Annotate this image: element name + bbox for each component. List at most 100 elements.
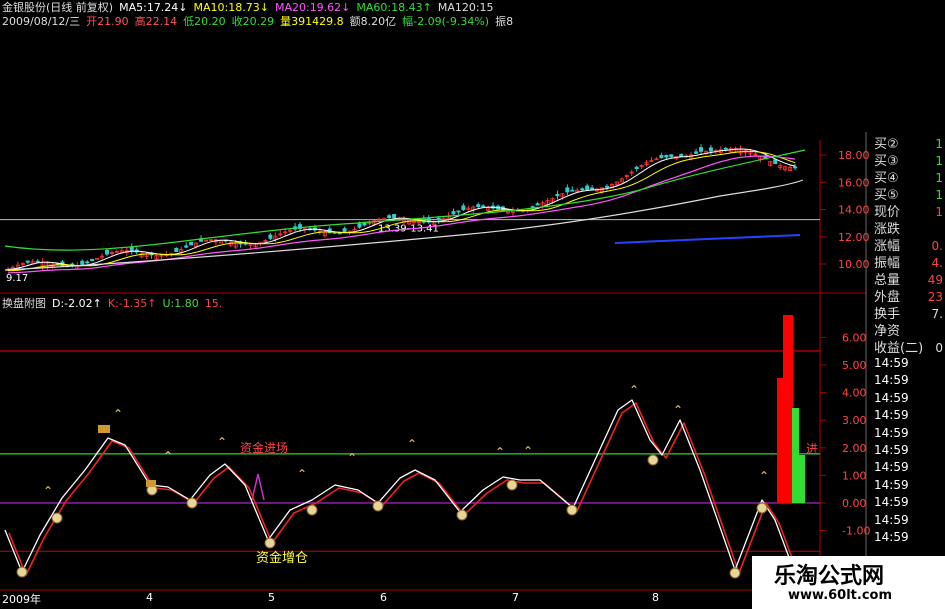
- candle-body: [436, 217, 441, 221]
- quote-label: 净资: [874, 324, 901, 339]
- tick-time: 14:59: [874, 373, 909, 388]
- candle-body: [555, 194, 560, 197]
- tick-time: 14:59: [874, 442, 909, 457]
- candle-body: [25, 260, 30, 263]
- chest-icon: [146, 480, 156, 487]
- inflow-label: 资金进场: [240, 440, 288, 455]
- money-bag-icon: [506, 479, 518, 491]
- quote-value: 1: [935, 205, 943, 219]
- quote-label: 买④: [874, 171, 899, 186]
- candle-body: [105, 249, 110, 255]
- date-tick: 8: [652, 591, 659, 604]
- quote-panel: 买② 1 买③ 1 买④ 1 买⑤ 1 现价 1 涨跌 涨幅 0. 振幅 4. 总量 49 外盘 23: [866, 132, 945, 305]
- watermark-title: 乐淘公式网: [774, 564, 885, 589]
- money-bag-icon: [306, 504, 318, 516]
- indicator-item-2: K:-1.35↑: [107, 297, 157, 310]
- candle-body: [129, 246, 134, 252]
- quote-value: 1: [935, 154, 943, 168]
- buy-arrow-icon: ⌃: [495, 445, 505, 459]
- watermark-url: www.60lt.com: [788, 588, 893, 603]
- ind-tick-label: 5.00: [842, 359, 867, 372]
- header2-item-8: 振8: [495, 15, 514, 28]
- buy-arrow-icon: ⌃: [347, 451, 357, 465]
- tick-time: 14:59: [874, 477, 909, 492]
- quote-row: 现价 1: [874, 204, 945, 221]
- candle-body: [570, 189, 575, 192]
- candle-body: [590, 187, 595, 190]
- header2-item-0: 2009/08/12/三: [2, 15, 81, 28]
- buy-arrow-icon: ⌃: [523, 444, 533, 458]
- green-bar: [792, 408, 799, 503]
- buy-arrow-icon: ⌃: [673, 403, 683, 417]
- date-tick: 4: [146, 591, 153, 604]
- candle-body: [184, 245, 189, 248]
- quote-label: 买⑤: [874, 188, 899, 203]
- tick-time-list: 14:59 14:59 14:59 14:59 14:59 14:59 14:59 14:59…: [874, 355, 936, 546]
- indicator-item-0: 换盘附图: [2, 297, 46, 310]
- ohlc-header: 2009/08/12/三 开21.90 高22.14 低20.20 收20.29 量391…: [2, 15, 519, 29]
- tick-time: 14:59: [874, 356, 909, 370]
- quote-row: 涨幅 0.: [874, 238, 945, 255]
- tick-time: 14:59: [874, 512, 909, 527]
- quote-value: 1: [935, 137, 943, 151]
- price-tick-label: 14.00: [838, 204, 870, 217]
- quote-row: 净资: [874, 323, 945, 340]
- money-bag-icon: [264, 537, 276, 549]
- candle-body: [461, 205, 466, 211]
- candle-body: [659, 155, 664, 159]
- indicator-item-3: U:1.80: [162, 297, 199, 310]
- buy-arrow-icon: ⌃: [113, 407, 123, 421]
- tick-time: 14:59: [874, 408, 909, 423]
- ind-tick-label: 6.00: [842, 331, 867, 344]
- quote-row: 买② 1: [874, 136, 945, 153]
- candle-body: [723, 147, 728, 150]
- price-tick-label: 18.00: [838, 149, 870, 162]
- header1-item-1: MA5:17.24↓: [119, 1, 188, 14]
- candle-body: [476, 204, 481, 207]
- quote-label: 涨幅: [874, 239, 901, 254]
- header1-item-5: MA120:15: [437, 1, 494, 14]
- spike-mark: [251, 473, 265, 501]
- candle-body: [580, 188, 585, 191]
- candle-body: [456, 210, 461, 213]
- tick-time: 14:59: [874, 529, 909, 544]
- candle-body: [634, 166, 639, 169]
- tick-time: 14:59: [874, 495, 909, 510]
- chest-icon: [98, 425, 110, 433]
- candle-body: [604, 185, 609, 188]
- price-tick-label: 16.00: [838, 176, 870, 189]
- green-bar-small: [799, 455, 805, 503]
- candle-body: [535, 203, 540, 206]
- money-bag-icon: [372, 500, 384, 512]
- quote-value: 7.: [931, 307, 943, 321]
- candle-body: [387, 215, 392, 219]
- money-bag-icon: [16, 566, 28, 578]
- buy-arrow-icon: ⌃: [629, 383, 639, 397]
- blue-trend-line: [614, 234, 801, 244]
- header1-item-4: MA60:18.43↑: [356, 1, 432, 14]
- quote-value: 4.: [931, 256, 943, 270]
- d-line: [4, 399, 791, 573]
- candle-body: [189, 241, 194, 246]
- quote-label: 现价: [874, 205, 901, 220]
- candle-body: [773, 159, 778, 165]
- quote-value: 0.: [931, 239, 943, 253]
- price-tick-label: 12.00: [838, 231, 870, 244]
- k-line: [8, 402, 795, 576]
- quote-value: 0: [935, 341, 943, 355]
- candle-body: [708, 147, 713, 152]
- header2-item-6: 额8.20亿: [349, 15, 397, 28]
- buy-arrow-icon: ⌃: [163, 449, 173, 463]
- date-tick: 7: [512, 591, 519, 604]
- inflow-tag: 进: [806, 442, 818, 456]
- quote-label: 涨跌: [874, 222, 901, 237]
- low-price-label: 9.17: [6, 273, 28, 284]
- header1-item-0: 金银股份(日线 前复权): [2, 1, 114, 14]
- money-bag-icon: [756, 502, 768, 514]
- indicator-item-4: 15.: [204, 297, 223, 310]
- quote-value: 1: [935, 188, 943, 202]
- header2-item-1: 开21.90: [86, 15, 129, 28]
- date-tick: 2009年: [2, 593, 41, 606]
- candle-body: [174, 247, 179, 252]
- price-tick-label: 10.00: [838, 258, 870, 271]
